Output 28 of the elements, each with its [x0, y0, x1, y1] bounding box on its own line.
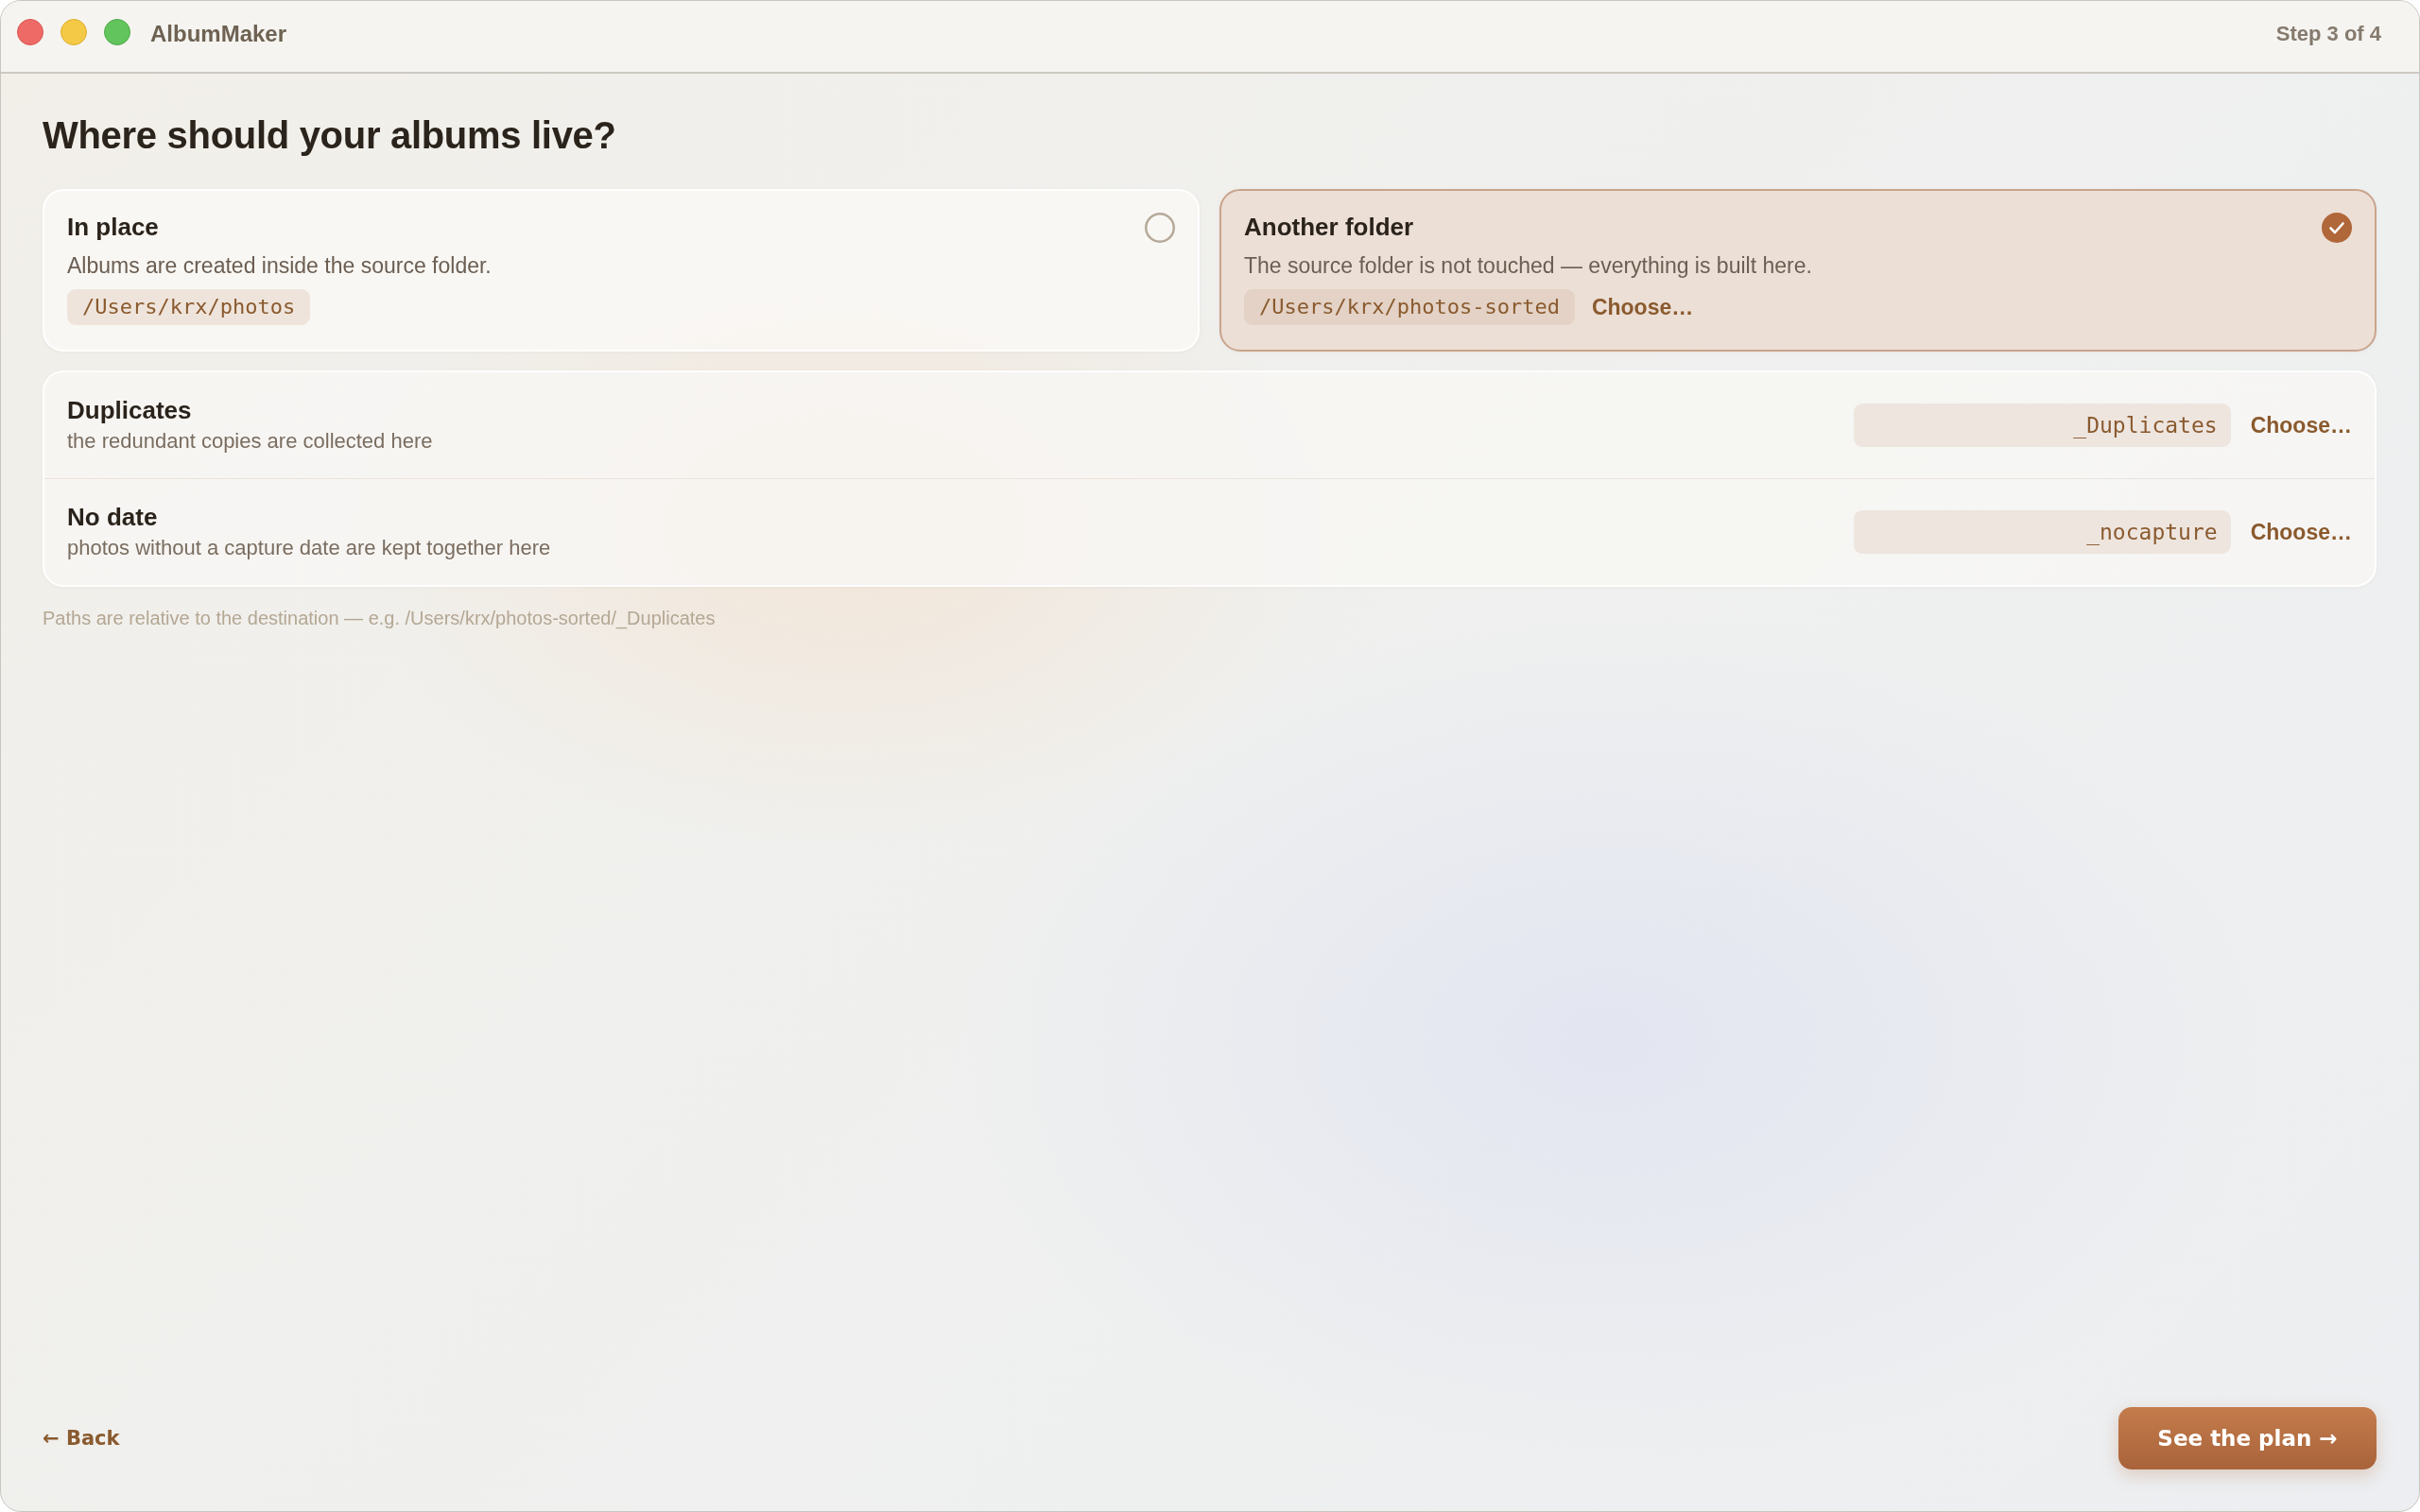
radio-icon[interactable]: [2322, 213, 2352, 243]
choose-link[interactable]: Choose…: [1591, 294, 1694, 320]
option-card[interactable]: Another folder The source folder is not touched — everything is built here. /Users/krx/photos-sorted Choose…: [1219, 189, 2377, 352]
choose-link[interactable]: Choose…: [2250, 519, 2352, 545]
option-title: Another folder: [1244, 212, 1414, 242]
window-title: AlbumMaker: [150, 20, 287, 47]
back-link[interactable]: ← Back: [43, 1427, 120, 1450]
folder-description: the redundant copies are collected here: [67, 428, 433, 455]
option-description: Albums are created inside the source folder.: [67, 252, 492, 280]
folder-path: /Users/krx/photos-sorted: [1244, 289, 1575, 325]
choose-link[interactable]: Choose…: [2250, 412, 2352, 438]
hint-text: Paths are relative to the destination — e.g. /Users/krx/photos-sorted/_Duplicates: [43, 607, 716, 630]
folder-name-field[interactable]: _Duplicates: [1853, 404, 2231, 447]
maximize-icon[interactable]: [104, 18, 130, 45]
folder-title: Duplicates: [67, 396, 192, 424]
option-card[interactable]: In place Albums are created inside the source folder. /Users/krx/photos: [43, 189, 1200, 352]
minimize-icon[interactable]: [60, 18, 87, 45]
option-description: The source folder is not touched — everything is built here.: [1244, 252, 1812, 280]
option-title: In place: [67, 212, 159, 242]
close-icon[interactable]: [17, 18, 43, 45]
folder-title: No date: [67, 503, 158, 531]
radio-icon[interactable]: [1145, 213, 1175, 243]
see-plan-button[interactable]: See the plan →: [2118, 1407, 2377, 1469]
step-indicator: Step 3 of 4: [2275, 21, 2381, 46]
folder-description: photos without a capture date are kept together here: [67, 535, 551, 561]
page-heading: Where should your albums live?: [43, 113, 616, 158]
folder-path: /Users/krx/photos: [67, 289, 311, 325]
folder-name-field[interactable]: _nocapture: [1853, 510, 2231, 554]
